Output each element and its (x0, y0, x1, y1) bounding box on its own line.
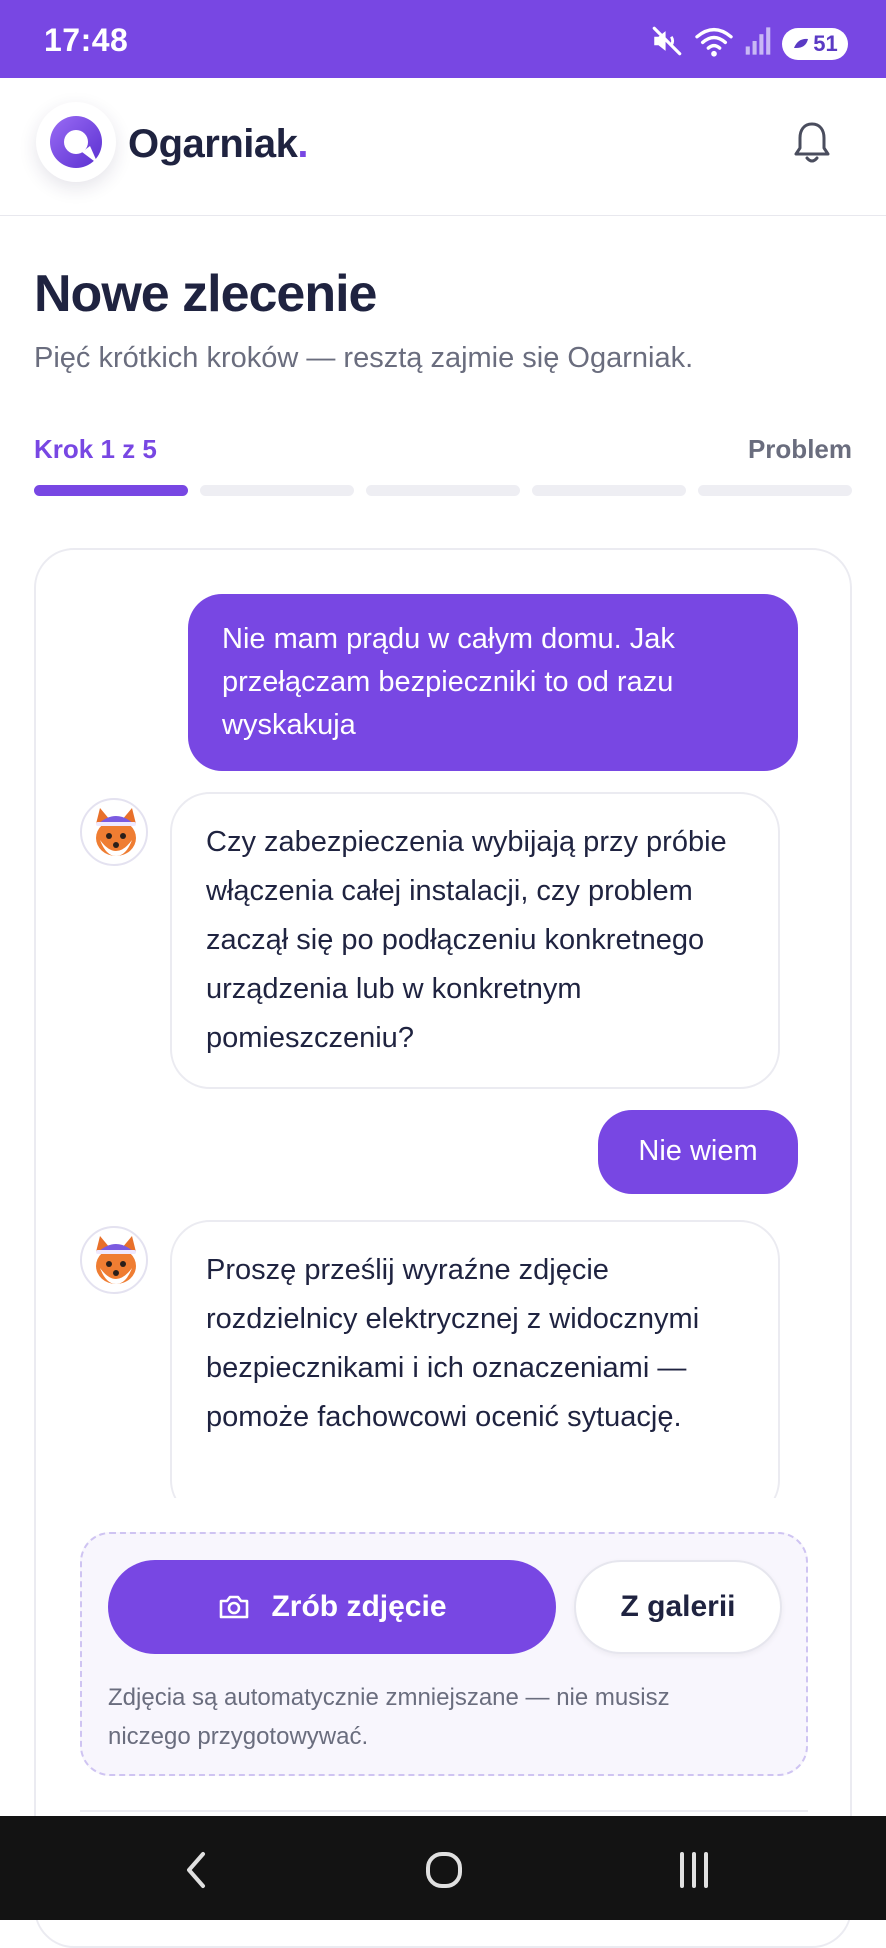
step-segment-1 (34, 485, 188, 496)
brand-dot: . (297, 122, 309, 166)
page-title: Nowe zlecenie (34, 265, 377, 323)
gallery-button[interactable]: Z galerii (574, 1560, 782, 1654)
status-time: 17:48 (44, 22, 129, 58)
chat-message-user: Nie mam prądu w całym domu. Jak przełącz… (188, 594, 798, 771)
page-subtitle: Pięć krótkich kroków — resztą zajmie się… (34, 342, 694, 374)
signal-icon (744, 26, 772, 61)
chat-fade (36, 1498, 850, 1532)
chat-message-assistant: Czy zabezpieczenia wybijają przy próbie … (170, 792, 780, 1089)
nav-back-button[interactable] (166, 1846, 226, 1894)
status-bar: 17:48 51 (0, 0, 886, 78)
fox-icon (96, 808, 136, 856)
gallery-label: Z galerii (620, 1590, 736, 1623)
photo-hint: Zdjęcia są automatycznie zmniejszane — n… (108, 1684, 670, 1750)
wifi-icon (694, 24, 734, 63)
status-icons: 51 (650, 24, 848, 63)
mute-icon (650, 24, 684, 63)
nav-home-button[interactable] (414, 1846, 474, 1894)
step-counter: Krok 1 z 5 (34, 434, 157, 464)
back-icon (187, 1852, 205, 1888)
step-progress (34, 485, 852, 496)
fox-icon (96, 1236, 136, 1284)
assistant-avatar (80, 798, 148, 866)
brand-name: Ogarniak. (128, 122, 309, 167)
notifications-button[interactable] (790, 118, 834, 168)
chat-message-assistant: Proszę prześlij wyraźne zdjęcie rozdziel… (170, 1220, 780, 1520)
logo-icon (50, 116, 102, 168)
logo[interactable] (36, 102, 116, 182)
bell-icon (794, 122, 830, 163)
message-text: Nie wiem (638, 1135, 758, 1167)
chat-message-user: Nie wiem (598, 1110, 798, 1194)
step-segment-2 (200, 485, 354, 496)
step-name: Problem (747, 434, 852, 464)
system-nav-bar (0, 1816, 886, 1920)
brand-text: Ogarniak (128, 122, 298, 166)
assistant-avatar (80, 1226, 148, 1294)
step-segment-4 (532, 485, 686, 496)
message-text: Czy zabezpieczenia wybijają przy próbie … (206, 826, 727, 1054)
take-photo-label: Zrób zdjęcie (271, 1590, 447, 1623)
battery-level: 51 (813, 30, 838, 56)
photo-upload-panel: Zrób zdjęcie Z galerii Zdjęcia są automa… (80, 1532, 808, 1776)
nav-recents-button[interactable] (664, 1846, 724, 1894)
app-bar: Ogarniak. (0, 78, 886, 216)
camera-icon (220, 1595, 249, 1619)
battery-icon: 51 (782, 27, 848, 60)
message-text: Proszę prześlij wyraźne zdjęcie rozdziel… (206, 1254, 700, 1433)
divider (80, 1810, 808, 1812)
step-segment-3 (366, 485, 520, 496)
take-photo-button[interactable]: Zrób zdjęcie (108, 1560, 556, 1654)
recents-icon (680, 1852, 708, 1888)
home-icon (426, 1852, 462, 1888)
step-segment-5 (698, 485, 852, 496)
message-text: Nie mam prądu w całym domu. Jak przełącz… (222, 623, 675, 741)
